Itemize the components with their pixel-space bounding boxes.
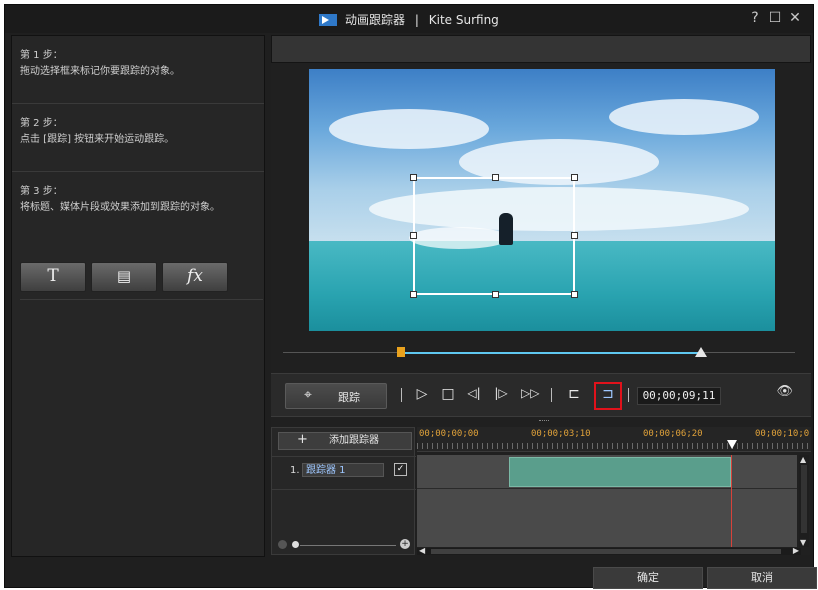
app-name: 动画跟踪器 (345, 13, 406, 27)
resize-handle[interactable] (571, 291, 578, 298)
tracker-window: 动画跟踪器 | Kite Surfing ? ☐ ✕ 第 1 步： 拖动选择框来… (4, 4, 817, 589)
scrollbar-thumb[interactable] (431, 549, 781, 554)
app-logo-icon (319, 14, 338, 26)
step-title: 第 1 步： (20, 50, 63, 61)
window-title: 动画跟踪器 | Kite Surfing (5, 11, 813, 28)
cloud (609, 99, 759, 135)
main-panel: ⌖ 跟踪 ▷ □ ◁| |▷ ▷▷ ⊏ ⊐ 00;00;09;11 👁 + 添加… (271, 35, 811, 555)
ruler-label: 00;00;00;00 (419, 429, 479, 439)
ruler-label: 00;00;03;10 (531, 429, 591, 439)
track-button-label: 跟踪 (338, 391, 360, 404)
scrollbar-thumb[interactable] (801, 465, 807, 533)
add-tracker-label: 添加跟踪器 (329, 435, 379, 446)
title-bar: 动画跟踪器 | Kite Surfing ? ☐ ✕ (5, 5, 813, 33)
eye-icon[interactable]: 👁 (776, 384, 793, 399)
instructions-panel: 第 1 步： 拖动选择框来标记你要跟踪的对象。 第 2 步： 点击 [跟踪] 按… (11, 35, 265, 557)
scroll-right-icon[interactable]: ▶ (793, 546, 799, 555)
highlight-box (594, 382, 622, 410)
step-1: 第 1 步： 拖动选择框来标记你要跟踪的对象。 (12, 36, 264, 104)
mark-out-handle[interactable] (695, 347, 707, 357)
title-separator: | (414, 13, 419, 27)
step-description: 将标题、媒体片段或效果添加到跟踪的对象。 (20, 202, 220, 213)
project-name: Kite Surfing (428, 13, 499, 27)
dialog-buttons: 确定 取消 (5, 561, 817, 589)
step-description: 拖动选择框来标记你要跟踪的对象。 (20, 66, 180, 77)
track-row: 1. 跟踪器 1 ✓ (272, 456, 416, 490)
effect-tool-button[interactable]: fx (162, 262, 228, 292)
cloud (329, 109, 489, 149)
divider (628, 388, 629, 402)
track-list: + 添加跟踪器 1. 跟踪器 1 ✓ + (271, 427, 416, 555)
tracker-clip[interactable] (509, 457, 731, 487)
zoom-slider-knob[interactable] (292, 541, 299, 548)
mark-in-handle[interactable] (397, 347, 405, 357)
track-number: 1. (290, 465, 300, 476)
playhead-line (731, 455, 732, 547)
resize-handle[interactable] (492, 174, 499, 181)
step-title: 第 3 步： (20, 186, 63, 197)
scroll-up-icon[interactable]: ▲ (800, 455, 806, 464)
resize-handle[interactable] (571, 232, 578, 239)
resize-handle[interactable] (410, 291, 417, 298)
resize-handle[interactable] (410, 174, 417, 181)
resize-grip[interactable] (539, 420, 549, 424)
scroll-down-icon[interactable]: ▼ (800, 538, 806, 547)
crosshair-icon: ⌖ (304, 387, 312, 403)
divider (20, 299, 263, 300)
video-preview[interactable] (309, 69, 775, 331)
track-button[interactable]: ⌖ 跟踪 (285, 383, 387, 409)
horizontal-scrollbar[interactable]: ◀ ▶ (417, 546, 801, 555)
resize-handle[interactable] (571, 174, 578, 181)
ruler-label: 00;00;10;0 (755, 429, 810, 439)
ok-button[interactable]: 确定 (593, 567, 703, 589)
track-enable-checkbox[interactable]: ✓ (394, 463, 407, 476)
close-button[interactable]: ✕ (787, 10, 803, 26)
timecode-display[interactable]: 00;00;09;11 (637, 387, 721, 405)
playhead[interactable] (727, 440, 737, 449)
tracking-selection-box[interactable] (410, 174, 578, 298)
time-ruler[interactable]: 00;00;00;00 00;00;03;10 00;00;06;20 00;0… (417, 427, 811, 452)
tracker-name-field[interactable]: 跟踪器 1 (302, 463, 384, 477)
resize-handle[interactable] (492, 291, 499, 298)
zoom-in-icon[interactable]: + (400, 539, 410, 549)
ruler-label: 00;00;06;20 (643, 429, 703, 439)
zoom-out-icon[interactable] (278, 540, 287, 549)
media-tool-button[interactable]: ▤ (91, 262, 157, 292)
cancel-button[interactable]: 取消 (707, 567, 817, 589)
step-title: 第 2 步： (20, 118, 63, 129)
zoom-slider[interactable] (300, 545, 396, 546)
set-start-icon[interactable]: ⊏ (565, 386, 583, 402)
previous-frame-icon[interactable]: ◁| (465, 386, 483, 400)
divider (551, 388, 552, 402)
track-divider (417, 488, 797, 489)
trim-range (401, 352, 699, 354)
next-frame-icon[interactable]: |▷ (492, 386, 510, 400)
fast-forward-icon[interactable]: ▷▷ (521, 386, 539, 400)
resize-handle[interactable] (410, 232, 417, 239)
add-tracker-button[interactable]: + 添加跟踪器 (278, 432, 412, 450)
timeline-panel: + 添加跟踪器 1. 跟踪器 1 ✓ + 00;00;00;00 00;00;0… (271, 427, 811, 555)
stop-icon[interactable]: □ (439, 386, 457, 402)
ruler-ticks (417, 443, 811, 449)
scroll-left-icon[interactable]: ◀ (419, 546, 425, 555)
step-description: 点击 [跟踪] 按钮来开始运动跟踪。 (20, 134, 175, 145)
title-tool-button[interactable]: T (20, 262, 86, 292)
help-button[interactable]: ? (747, 10, 763, 26)
maximize-button[interactable]: ☐ (767, 10, 783, 26)
playback-controls: ⌖ 跟踪 ▷ □ ◁| |▷ ▷▷ ⊏ ⊐ 00;00;09;11 👁 (271, 373, 811, 417)
play-icon[interactable]: ▷ (413, 386, 431, 402)
vertical-scrollbar[interactable]: ▲ ▼ (799, 455, 809, 547)
step-2: 第 2 步： 点击 [跟踪] 按钮来开始运动跟踪。 (12, 104, 264, 172)
preview-header (271, 35, 811, 63)
plus-icon: + (297, 432, 308, 447)
divider (401, 388, 402, 402)
